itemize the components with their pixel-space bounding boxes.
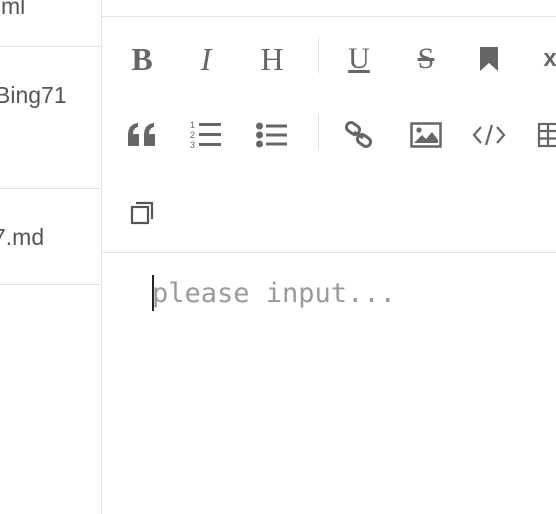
svg-text:1: 1 (190, 120, 195, 130)
quote-icon (128, 123, 155, 146)
fullscreen-button[interactable] (122, 193, 162, 233)
table-button[interactable] (530, 115, 556, 155)
unordered-list-button[interactable] (252, 115, 292, 155)
heading-icon: H (260, 41, 284, 77)
fullscreen-icon (130, 201, 154, 225)
editor-toolbar: B I H U S x 1 2 3 (102, 17, 556, 253)
text-cursor (152, 275, 154, 311)
heading-button[interactable]: H (252, 39, 292, 79)
editor-content-area (102, 253, 556, 514)
clear-format-icon: x (543, 45, 556, 72)
file-list-item[interactable]: Bing71 (0, 47, 101, 189)
bookmark-icon (480, 47, 498, 71)
file-list-sidebar: ml Bing71 7.md (0, 0, 102, 514)
link-button[interactable] (339, 115, 379, 155)
table-icon (537, 122, 556, 148)
strikethrough-button[interactable]: S (406, 39, 446, 79)
bold-button[interactable]: B (122, 39, 162, 79)
link-icon (344, 121, 373, 148)
strikethrough-icon: S (417, 42, 435, 75)
toolbar-separator (318, 37, 319, 73)
svg-text:2: 2 (190, 130, 195, 140)
underline-icon: U (348, 42, 370, 75)
code-icon (472, 124, 506, 146)
underline-button[interactable]: U (339, 39, 379, 79)
file-list-item[interactable]: 7.md (0, 189, 101, 285)
markdown-editor: B I H U S x 1 2 3 please input... (102, 0, 556, 514)
toolbar-separator (318, 114, 319, 150)
image-icon (410, 122, 442, 148)
italic-icon: I (200, 41, 212, 77)
file-list-item[interactable]: ml (0, 0, 101, 47)
editor-text-input[interactable] (152, 273, 532, 313)
bold-icon: B (131, 41, 153, 77)
file-name: 7.md (0, 224, 45, 250)
unordered-list-icon (256, 122, 287, 148)
ordered-list-icon: 1 2 3 (190, 120, 221, 150)
svg-text:3: 3 (190, 140, 195, 150)
bookmark-button[interactable] (469, 39, 509, 79)
file-name: Bing71 (0, 82, 67, 108)
italic-button[interactable]: I (186, 39, 226, 79)
image-button[interactable] (406, 115, 446, 155)
ordered-list-button[interactable]: 1 2 3 (186, 115, 226, 155)
code-button[interactable] (469, 115, 509, 155)
clear-format-button[interactable]: x (530, 39, 556, 79)
quote-button[interactable] (122, 115, 162, 155)
file-name: ml (1, 0, 26, 19)
